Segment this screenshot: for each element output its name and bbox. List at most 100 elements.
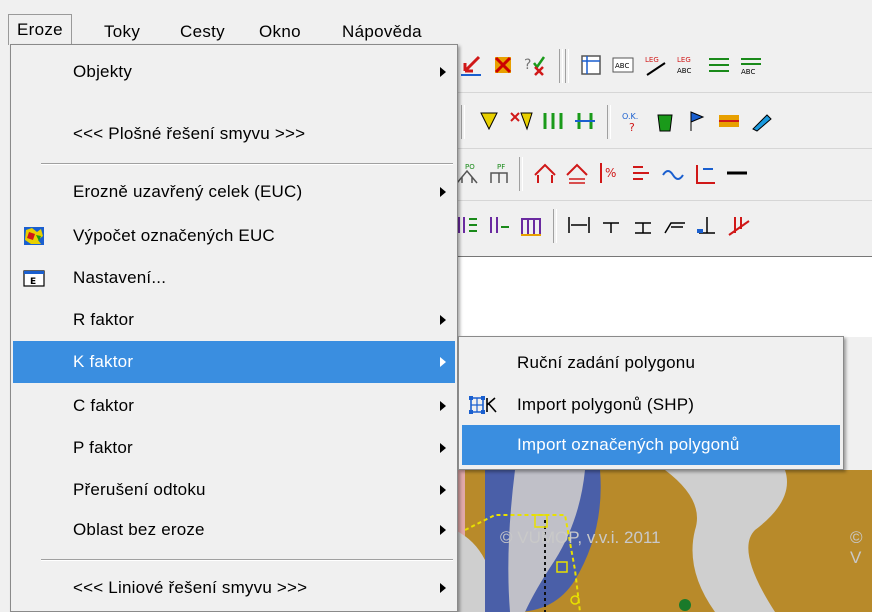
dash-icon[interactable] [725,161,749,185]
percent-red-icon[interactable]: % [597,161,621,185]
toolbar-po-label: PO [465,163,475,171]
dxf-icon[interactable] [717,109,741,133]
polygon-k-icon [469,396,497,414]
toolbar-separator [519,157,523,191]
map-watermark: © VÚMOP, v.v.i. 2011 [500,528,661,547]
menu-item-r-faktor[interactable]: R faktor [13,299,455,341]
settings-e-icon: E [23,270,45,287]
menu-item-k-faktor[interactable]: K faktor [13,341,455,383]
step-down-icon[interactable] [599,213,623,237]
menu-item-vypocet-euc[interactable]: Výpočet označených EUC [13,215,455,257]
bars-purple-icon[interactable] [455,213,479,237]
toolbar-separator [461,105,465,139]
legend-line-icon[interactable]: LEG [643,53,667,77]
menu-item-oblast-bez-eroze[interactable]: Oblast bez eroze [13,509,455,551]
hatch-lines-icon[interactable] [707,53,731,77]
frame-icon[interactable] [579,53,603,77]
toolbar-separator [553,209,557,243]
menu-toky[interactable]: Toky [104,18,140,46]
menu-item-label: <<< Plošné řešení smyvu >>> [73,124,306,143]
submenu-arrow-icon [440,67,446,77]
menu-item-label: <<< Liniové řešení smyvu >>> [73,578,308,597]
menu-item-plosne-reseni[interactable]: <<< Plošné řešení smyvu >>> [13,113,455,155]
toolbar-separator [559,49,563,83]
slope-icon[interactable] [693,161,717,185]
menu-item-label: Oblast bez eroze [73,520,205,539]
submenu-arrow-icon [440,525,446,535]
toolbar-ok-label: O.K. [622,112,638,121]
pf-grid-icon[interactable]: PF [487,161,511,185]
svg-text:E: E [30,277,36,287]
toolbar-row-4 [455,200,872,254]
step-blue-icon[interactable] [695,213,719,237]
wave-icon[interactable] [661,161,685,185]
submenu-item-rucni-zadani[interactable]: Ruční zadání polygonu [462,343,840,383]
fill-remove-icon[interactable] [509,109,533,133]
menu-item-p-faktor[interactable]: P faktor [13,427,455,469]
ok-question-icon[interactable]: O.K.? [621,109,645,133]
white-panel [455,256,872,337]
abc-frame-icon[interactable]: ABC [611,53,635,77]
menu-item-label: K faktor [73,352,134,371]
menu-item-label: Výpočet označených EUC [73,226,275,245]
legend-abc-icon[interactable]: LEG ABC [675,53,699,77]
pencil-blue-icon[interactable] [749,109,773,133]
submenu-arrow-icon [440,401,446,411]
roof-hatched-icon[interactable] [565,161,589,185]
roof-icon[interactable] [533,161,557,185]
submenu-arrow-icon [440,443,446,453]
svg-text:%: % [605,166,616,180]
arrow-red-icon[interactable] [459,53,483,77]
menu-item-euc[interactable]: Erozně uzavřený celek (EUC) [13,171,455,213]
map-canvas[interactable]: © VÚMOP, v.v.i. 2011 © V [455,470,872,612]
menu-item-objekty[interactable]: Objekty [13,51,455,93]
toolbar-leg-label-2: LEG [677,56,691,64]
width-icon[interactable] [567,213,591,237]
submenu-item-import-shp[interactable]: Import polygonů (SHP) [462,385,840,425]
delete-bug-icon[interactable] [491,53,515,77]
toolbar-pf-label: PF [497,163,505,171]
toolbar-separator [607,105,611,139]
menu-item-preruseni-odtoku[interactable]: Přerušení odtoku [13,469,455,511]
eroze-menu: Objekty <<< Plošné řešení smyvu >>> Eroz… [10,44,458,612]
flag-icon[interactable] [685,109,709,133]
arrows-green-2-icon[interactable] [573,109,597,133]
check-question-icon[interactable]: ? [523,53,547,77]
menu-okno[interactable]: Okno [259,18,301,46]
menu-item-liniove-reseni[interactable]: <<< Liniové řešení smyvu >>> [13,567,455,609]
menu-item-label: Přerušení odtoku [73,480,206,499]
menu-item-label: P faktor [73,438,133,457]
menu-item-label: Erozně uzavřený celek (EUC) [73,182,303,201]
toolbar-area: ? ABC LEG LEG ABC ABC O.K.? PO PF % [455,40,872,256]
toolbar-row-1: ? ABC LEG LEG ABC ABC [455,40,872,93]
step-slope-icon[interactable] [631,213,655,237]
menu-item-nastaveni[interactable]: E Nastavení... [13,257,455,299]
submenu-item-label: Ruční zadání polygonu [517,353,696,372]
submenu-item-label: Import polygonů (SHP) [517,395,695,414]
toolbar-leg-label: LEG [645,56,659,64]
po-grid-icon[interactable]: PO [455,161,479,185]
submenu-arrow-icon [440,583,446,593]
k-faktor-submenu: Ruční zadání polygonu Import polygonů (S… [458,336,844,470]
barrier-red-icon[interactable] [727,213,751,237]
toolbar-abc-label-2: ABC [677,67,691,75]
arrows-green-icon[interactable] [541,109,565,133]
submenu-arrow-icon [440,357,446,367]
menu-eroze[interactable]: Eroze [8,14,72,45]
lines-red-icon[interactable] [629,161,653,185]
submenu-arrow-icon [440,315,446,325]
menu-cesty[interactable]: Cesty [180,18,225,46]
menu-separator [41,163,453,165]
menu-item-label: Objekty [73,62,133,81]
submenu-item-import-oznacenych[interactable]: Import označených polygonů [462,425,840,465]
map-watermark-2: © V [850,528,863,567]
menu-item-c-faktor[interactable]: C faktor [13,385,455,427]
terrace-icon[interactable] [663,213,687,237]
menu-napoveda[interactable]: Nápověda [342,18,422,46]
bucket-icon[interactable] [653,109,677,133]
toolbar-separator [565,49,569,83]
hatch-abc-icon[interactable]: ABC [739,53,763,77]
fill-down-icon[interactable] [477,109,501,133]
gate-icon[interactable] [519,213,543,237]
brackets-icon[interactable] [487,213,511,237]
